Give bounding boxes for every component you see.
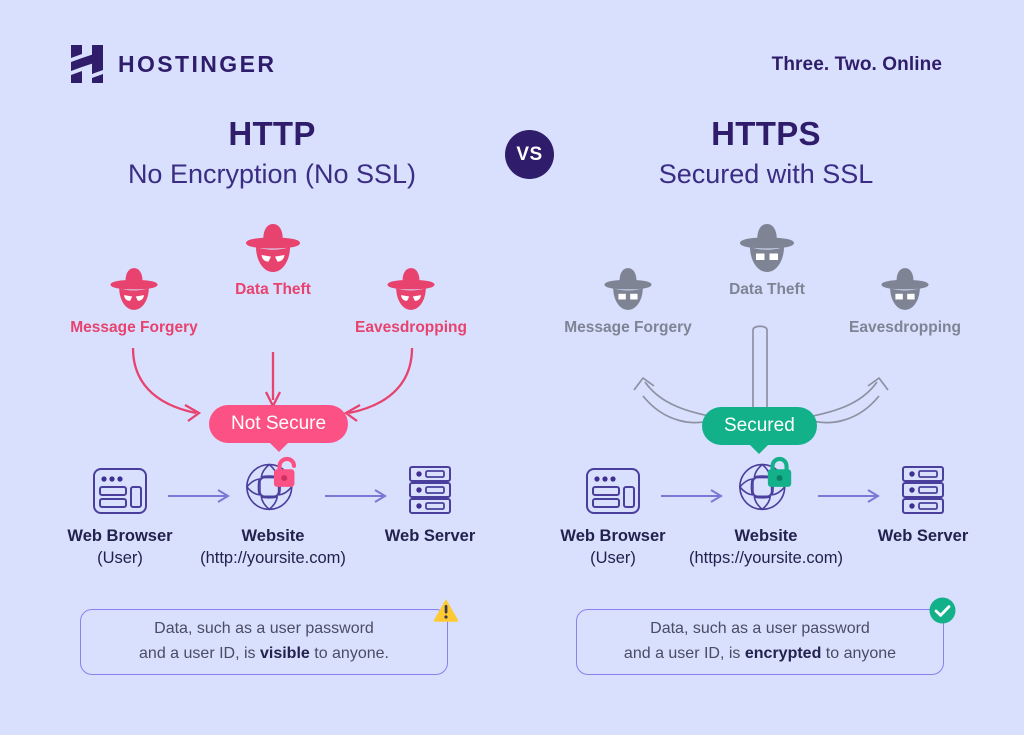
column-title-https: HTTPS Secured with SSL xyxy=(556,115,976,192)
note-line2-post: to anyone. xyxy=(309,645,389,662)
note-line2-pre: and a user ID, is xyxy=(623,645,745,662)
vs-badge: VS xyxy=(505,130,554,179)
note-line1: Data, such as a user password xyxy=(650,620,870,638)
threat-data-theft-https: Data Theft xyxy=(687,222,847,299)
https-subtitle: Secured with SSL xyxy=(658,158,874,189)
browser-window-icon xyxy=(586,468,640,514)
status-pill-secured: Secured xyxy=(702,407,817,445)
note-https: Data, such as a user password and a user… xyxy=(576,597,956,675)
node-web-server-https: Web Server xyxy=(833,457,1013,549)
threat-label: Data Theft xyxy=(729,281,805,298)
server-stack-icon xyxy=(902,466,944,514)
note-line2-strong: encrypted xyxy=(744,645,822,662)
note-line2-strong: visible xyxy=(259,645,310,662)
brand-tagline: Three. Two. Online xyxy=(771,54,942,75)
globe-icon xyxy=(245,456,297,511)
arrow-eavesdropping xyxy=(348,347,414,415)
node-web-server-http: Web Server xyxy=(340,457,520,549)
node-label-line1: Web Server xyxy=(877,527,969,545)
warning-triangle-icon xyxy=(433,599,459,622)
note-line1: Data, such as a user password xyxy=(154,620,374,638)
spy-hat-icon xyxy=(246,224,300,272)
globe-icon xyxy=(738,456,792,511)
http-title: HTTP xyxy=(228,115,316,152)
brand-logo: HOSTINGER xyxy=(70,44,276,84)
check-circle-icon xyxy=(929,597,956,624)
node-label-line2: (https://yoursite.com) xyxy=(688,549,844,567)
note-line2-post: to anyone xyxy=(821,645,897,662)
locked-padlock-icon xyxy=(767,456,792,487)
node-label-line2: (http://yoursite.com) xyxy=(200,549,346,567)
node-label-line1: Website xyxy=(734,527,798,545)
browser-window-icon xyxy=(93,468,147,514)
http-subtitle: No Encryption (No SSL) xyxy=(127,158,417,189)
arrow-data-theft-deflected-body xyxy=(752,325,768,420)
infographic-canvas: HOSTINGER Three. Two. Online HTTP No Enc… xyxy=(0,0,1024,735)
brand-name: HOSTINGER xyxy=(118,50,277,77)
spy-hat-blocked-icon xyxy=(740,224,794,272)
column-title-http: HTTP No Encryption (No SSL) xyxy=(62,115,482,192)
hostinger-h-logo-icon xyxy=(71,45,103,83)
arrow-message-forgery xyxy=(131,347,197,415)
node-website-https: Website (https://yoursite.com) xyxy=(676,456,856,568)
threat-data-theft-http: Data Theft xyxy=(193,222,353,299)
note-http: Data, such as a user password and a user… xyxy=(80,599,459,675)
unlocked-padlock-icon xyxy=(273,456,297,487)
server-stack-icon xyxy=(409,466,451,514)
node-label-line1: Web Server xyxy=(384,527,476,545)
node-label-line1: Website xyxy=(241,527,305,545)
note-line2-pre: and a user ID, is xyxy=(139,645,260,662)
threat-label: Data Theft xyxy=(235,281,311,298)
status-pill-not-secure: Not Secure xyxy=(209,405,349,443)
node-website-http: Website (http://yoursite.com) xyxy=(183,456,363,568)
https-title: HTTPS xyxy=(711,115,821,152)
